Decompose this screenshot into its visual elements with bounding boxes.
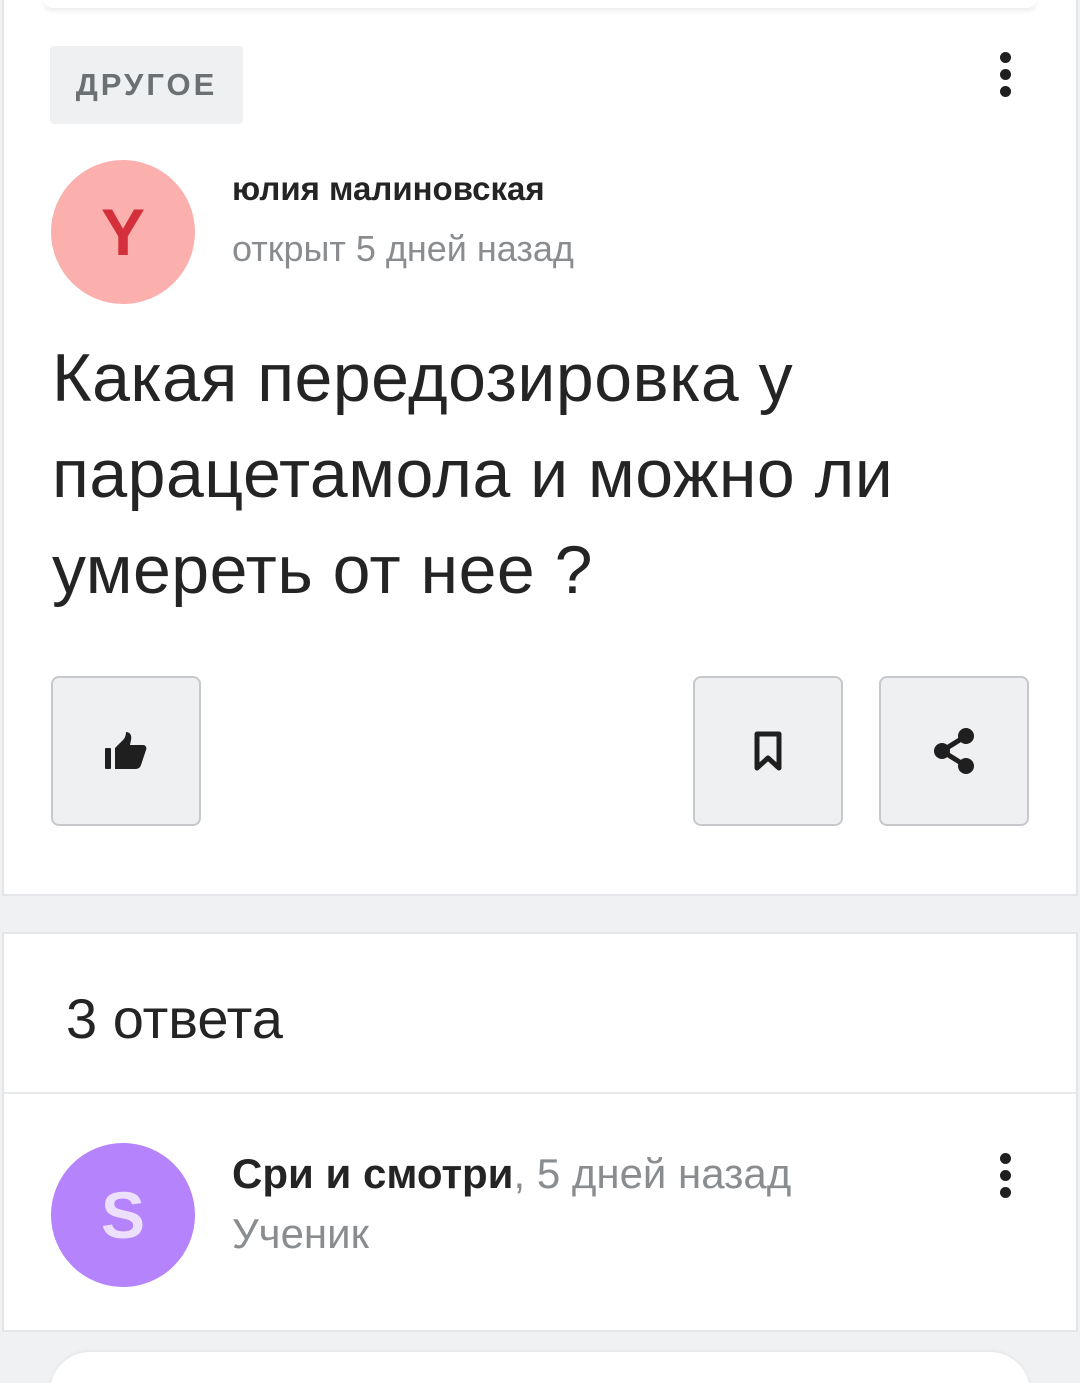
- answer-author-rank: Ученик: [232, 1210, 369, 1257]
- category-badge[interactable]: ДРУГОЕ: [50, 46, 243, 124]
- share-button[interactable]: [879, 676, 1029, 826]
- answer-more-icon[interactable]: [985, 1145, 1025, 1205]
- author-avatar[interactable]: Y: [51, 160, 195, 304]
- question-more-icon[interactable]: [985, 44, 1025, 104]
- question-opened-time: открыт 5 дней назад: [232, 228, 574, 269]
- bookmark-icon: [754, 731, 782, 771]
- next-answer-card: [50, 1352, 1030, 1383]
- answer-author-line: Сри и смотри, 5 дней назад: [232, 1150, 791, 1198]
- like-button[interactable]: [51, 676, 201, 826]
- bookmark-button[interactable]: [693, 676, 843, 826]
- answer-author-avatar[interactable]: S: [51, 1143, 195, 1287]
- answer-author-name[interactable]: Сри и смотри: [232, 1150, 514, 1197]
- thumbs-up-icon: [105, 732, 147, 769]
- answers-divider: [4, 1092, 1076, 1094]
- question-page: ДРУГОЕ Y юлия малиновская открыт 5 дней …: [0, 0, 1080, 1383]
- author-name[interactable]: юлия малиновская: [232, 170, 545, 208]
- answer-separator: ,: [513, 1150, 526, 1197]
- answer-time: 5 дней назад: [536, 1150, 792, 1197]
- question-title: Какая передозировка у парацетамола и мож…: [52, 340, 894, 608]
- answers-count: 3 ответа: [66, 987, 283, 1050]
- header-shadow: [44, 0, 1036, 8]
- share-icon: [934, 728, 974, 774]
